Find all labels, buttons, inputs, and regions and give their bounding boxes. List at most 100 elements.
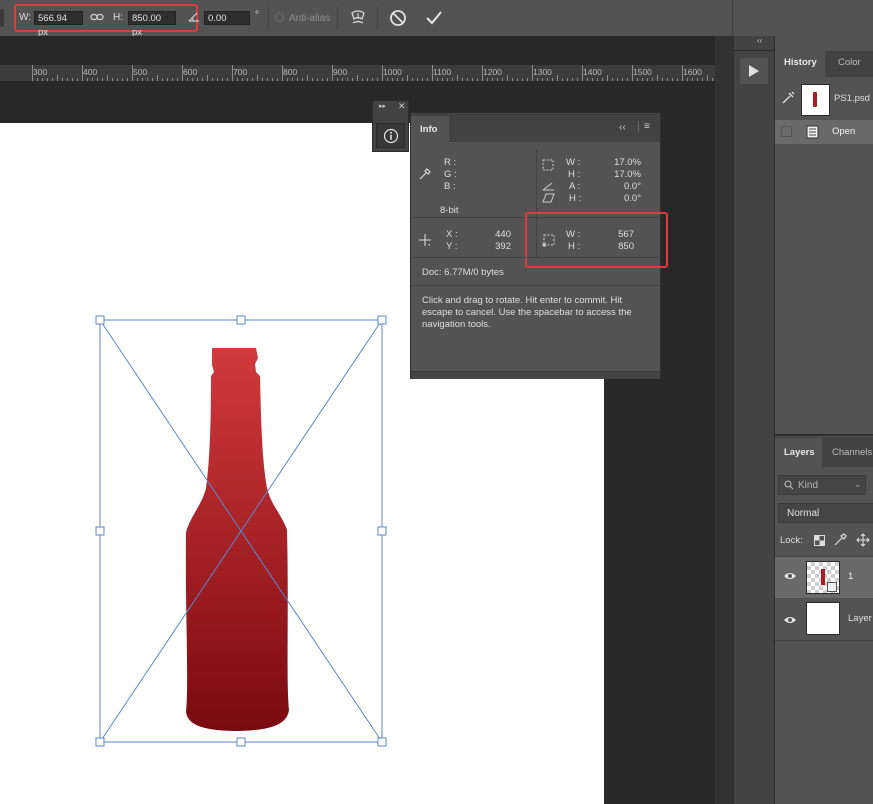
transform-handle-bottom[interactable]: [236, 737, 246, 747]
ruler-tick: [427, 78, 428, 81]
rotate-angle-icon: [187, 11, 201, 26]
warp-mode-icon[interactable]: [349, 8, 367, 31]
ruler-tick: [477, 78, 478, 81]
ruler-tick: [242, 78, 243, 81]
blend-mode-select[interactable]: Normal: [778, 503, 873, 523]
crosshair-icon: [419, 234, 431, 246]
collapsed-dock: ‹‹: [733, 36, 774, 804]
tab-color[interactable]: Color: [838, 57, 861, 68]
eye-icon[interactable]: [783, 615, 797, 625]
transform-h-label: H :: [568, 169, 581, 180]
help-text: Click and drag to rotate. Hit enter to c…: [422, 295, 632, 330]
size-icon: [542, 234, 555, 247]
layer-filter-select[interactable]: Kind ⌄: [778, 475, 866, 495]
position-y-label: Y :: [446, 241, 458, 252]
link-icon[interactable]: [90, 11, 104, 26]
antialias-checkbox[interactable]: [275, 13, 284, 22]
tab-layers[interactable]: Layers: [775, 438, 822, 467]
transform-handle-top-left[interactable]: [95, 315, 105, 325]
layer-name: Layer: [848, 613, 872, 624]
canvas-scroll-gutter: [715, 36, 733, 804]
ruler-tick: [107, 75, 108, 81]
cancel-transform-icon[interactable]: [389, 9, 407, 30]
transform-w-label: W :: [566, 157, 581, 168]
lock-brush-icon[interactable]: [833, 533, 847, 547]
ruler-tick: [557, 75, 558, 81]
bit-depth: 8-bit: [440, 205, 459, 216]
transform-layer[interactable]: [90, 310, 395, 755]
ruler-tick: [72, 78, 73, 81]
collapse-dock-icon[interactable]: ‹‹: [757, 36, 762, 45]
tab-info[interactable]: Info: [411, 116, 449, 142]
history-source-checkbox[interactable]: [781, 126, 792, 137]
tab-history[interactable]: History: [775, 51, 825, 77]
separator: [337, 7, 338, 29]
ruler-tick: [152, 78, 153, 81]
lock-transparent-icon[interactable]: [814, 535, 825, 546]
size-w-value: 567: [618, 229, 634, 240]
actions-play-button[interactable]: [740, 58, 768, 84]
angle-input[interactable]: 0.00: [204, 11, 250, 25]
thumbnail-bottle: [821, 569, 825, 585]
transform-handle-top-right[interactable]: [377, 315, 387, 325]
width-input[interactable]: 566.94 px: [34, 11, 83, 38]
ruler-tick: [487, 78, 488, 81]
transform-handle-bottom-left[interactable]: [95, 737, 105, 747]
resize-grip[interactable]: [411, 371, 660, 379]
ruler-tick: [87, 78, 88, 81]
ruler-tick: [57, 75, 58, 81]
scale-icon: [542, 159, 554, 171]
position-x-label: X :: [446, 229, 458, 240]
expand-icon[interactable]: ▸▸: [379, 102, 386, 110]
ruler-tick-label: 800: [283, 67, 298, 77]
ruler-tick: [292, 78, 293, 81]
ruler-tick: [372, 78, 373, 81]
transform-handle-left[interactable]: [95, 526, 105, 536]
layer-thumbnail: [806, 602, 840, 635]
ruler-tick: [707, 75, 708, 81]
ruler-tick: [597, 78, 598, 81]
tab-channels[interactable]: Channels: [832, 447, 872, 458]
layer-row[interactable]: Layer: [775, 598, 873, 640]
ruler-tick: [222, 78, 223, 81]
ruler-tick: [97, 78, 98, 81]
ruler-tick: [537, 78, 538, 81]
blend-mode-value: Normal: [787, 508, 820, 519]
panel-menu-icon[interactable]: ≡: [644, 121, 650, 132]
layer-row[interactable]: 1: [775, 557, 873, 598]
ruler-tick: [507, 75, 508, 81]
eye-icon[interactable]: [783, 571, 797, 581]
collapse-panel-icon[interactable]: ‹‹: [619, 122, 626, 133]
ruler-tick: [102, 78, 103, 81]
ruler-tick: [432, 65, 433, 81]
lock-position-icon[interactable]: [856, 533, 870, 547]
ruler-tick: [572, 78, 573, 81]
position-x-value: 440: [495, 229, 511, 240]
history-snapshot[interactable]: PS1.psd: [775, 80, 873, 118]
commit-transform-icon[interactable]: [424, 9, 444, 30]
close-icon[interactable]: ✕: [398, 101, 406, 112]
size-w-label: W :: [566, 229, 581, 240]
ruler-tick-label: 500: [133, 67, 148, 77]
ruler-tick: [407, 75, 408, 81]
transform-handle-bottom-right[interactable]: [377, 737, 387, 747]
ruler-tick: [617, 78, 618, 81]
ruler-tick-label: 600: [183, 67, 198, 77]
info-panel-icon-button[interactable]: [376, 123, 405, 148]
ruler-tick: [187, 78, 188, 81]
info-panel: Info ‹‹ ≡ R : G : B : 8-bit W : 17.0% H …: [410, 112, 668, 379]
ruler-tick: [547, 78, 548, 81]
ruler-tick: [387, 78, 388, 81]
ruler-tick: [667, 78, 668, 81]
separator: [732, 0, 733, 36]
ruler-tick-label: 700: [233, 67, 248, 77]
ruler-tick: [627, 78, 628, 81]
transform-handle-right[interactable]: [377, 526, 387, 536]
ruler-tick: [137, 78, 138, 81]
height-input[interactable]: 850.00 px: [128, 11, 176, 38]
ruler-tick: [532, 65, 533, 81]
options-bar: W: 566.94 px H: 850.00 px 0.00 ° Anti-al…: [0, 0, 873, 38]
tab-info-label: Info: [420, 124, 438, 135]
transform-handle-top[interactable]: [236, 315, 246, 325]
history-item-open[interactable]: Open: [775, 120, 873, 144]
